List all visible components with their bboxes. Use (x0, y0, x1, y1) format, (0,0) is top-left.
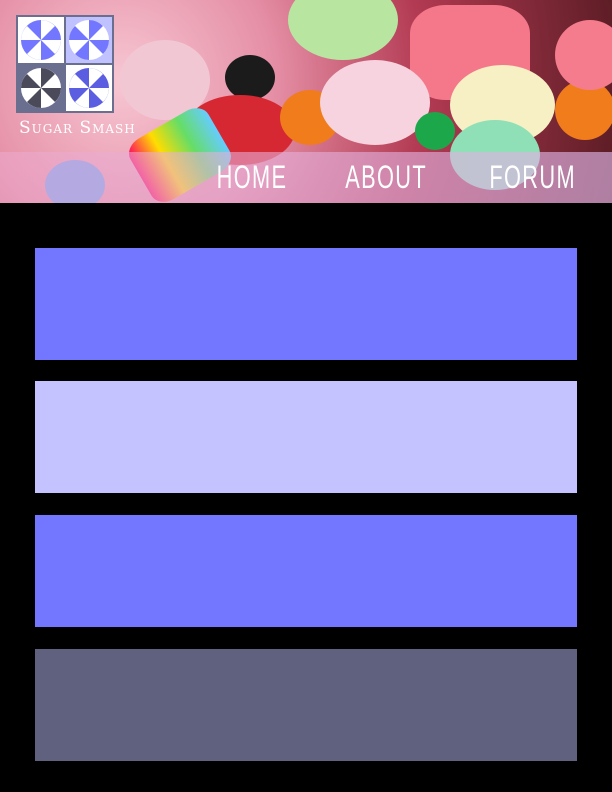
peppermint-swirl-icon (69, 68, 109, 108)
peppermint-swirl-icon (21, 20, 61, 60)
peppermint-swirl-icon (69, 20, 109, 60)
nav-forum-link[interactable]: FORUM (489, 159, 576, 196)
content-block-1 (35, 248, 577, 360)
brand-name[interactable]: Sugar Smash (19, 118, 136, 138)
candy-decoration (288, 0, 398, 60)
content-block-2 (35, 381, 577, 493)
candy-decoration (225, 55, 275, 100)
peppermint-swirl-icon (21, 68, 61, 108)
logo-tile (66, 17, 112, 63)
candy-decoration (555, 20, 612, 90)
site-logo[interactable] (16, 15, 114, 113)
nav-home-link[interactable]: HOME (217, 159, 288, 196)
content-block-3 (35, 515, 577, 627)
content-block-4 (35, 649, 577, 761)
header-banner: Sugar Smash HOME ABOUT FORUM (0, 0, 612, 203)
logo-tile (18, 17, 64, 63)
main-nav: HOME ABOUT FORUM (200, 153, 596, 201)
nav-about-link[interactable]: ABOUT (346, 159, 428, 196)
logo-tile (66, 65, 112, 111)
logo-tile (18, 65, 64, 111)
candy-decoration (320, 60, 430, 145)
candy-decoration (415, 112, 455, 150)
